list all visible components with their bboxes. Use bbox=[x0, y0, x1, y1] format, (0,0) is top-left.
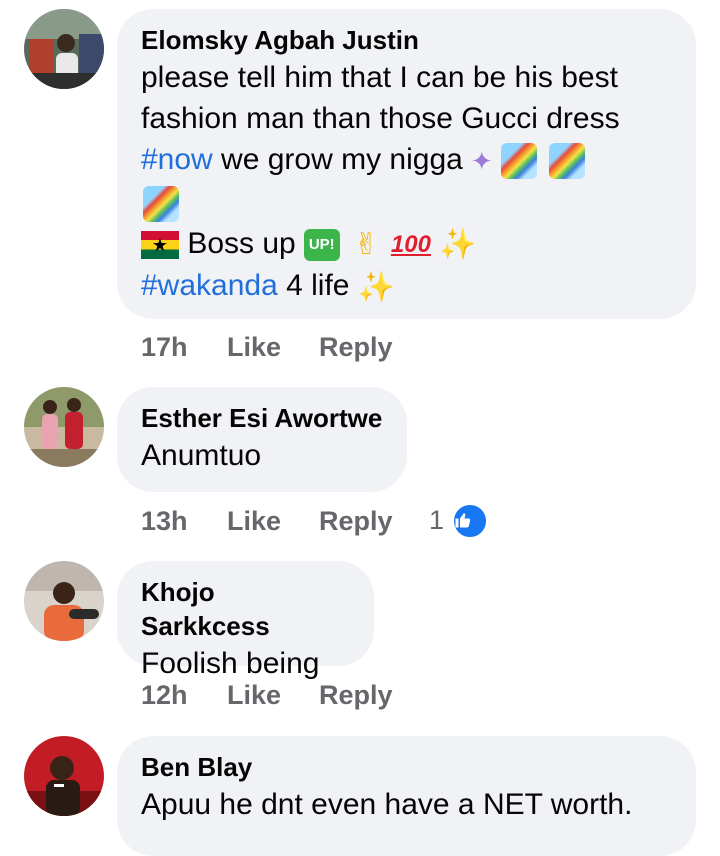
comment-author[interactable]: Khojo Sarkkcess bbox=[141, 575, 350, 643]
comment-line: #wakanda 4 life ✨ bbox=[141, 265, 672, 308]
reaction-count: 1 bbox=[429, 505, 445, 535]
comment-line: Boss upUP! ✌ 100✨ bbox=[141, 223, 672, 266]
comment-line-text: we grow my nigga bbox=[212, 143, 463, 176]
comment-bubble: Esther Esi Awortwe Anumtuo bbox=[117, 387, 407, 492]
reply-button[interactable]: Reply bbox=[319, 332, 429, 363]
comment-actions: 13h Like Reply 1 bbox=[141, 501, 488, 541]
comment-author[interactable]: Esther Esi Awortwe bbox=[141, 401, 383, 435]
comment-bubble: Khojo Sarkkcess Foolish being bbox=[117, 561, 374, 680]
comment-text: Apuu he dnt even have a NET worth. bbox=[141, 788, 633, 821]
comment-line: please tell him that I can be his best bbox=[141, 61, 618, 94]
like-button[interactable]: Like bbox=[227, 506, 319, 537]
hundred-points-emoji: 100 bbox=[390, 231, 431, 259]
hashtag-link[interactable]: #now bbox=[141, 143, 213, 176]
comment-text: Anumtuo bbox=[141, 439, 262, 472]
victory-hand-emoji: ✌ bbox=[353, 228, 379, 262]
avatar[interactable] bbox=[24, 561, 104, 641]
up-button-emoji: UP! bbox=[303, 228, 340, 261]
sparkles-emoji: ✨ bbox=[357, 270, 395, 304]
comment-actions: 17h Like Reply bbox=[141, 327, 429, 367]
thumbs-up-icon bbox=[451, 503, 488, 539]
like-button[interactable]: Like bbox=[227, 680, 319, 711]
like-button[interactable]: Like bbox=[227, 332, 319, 363]
comment-timestamp[interactable]: 13h bbox=[141, 506, 227, 537]
rainbow-emoji bbox=[143, 185, 179, 222]
rainbow-emoji bbox=[548, 143, 585, 180]
comment-line: fashion man than those Gucci dress bbox=[141, 102, 620, 135]
reply-button[interactable]: Reply bbox=[319, 506, 429, 537]
reply-button[interactable]: Reply bbox=[319, 680, 429, 711]
rainbow-emoji bbox=[500, 143, 537, 180]
comment-line-text: Boss up bbox=[187, 226, 296, 260]
comment-author[interactable]: Elomsky Agbah Justin bbox=[141, 23, 672, 57]
comment-line-text: 4 life bbox=[277, 269, 350, 303]
avatar[interactable] bbox=[24, 387, 104, 467]
ghana-flag-emoji bbox=[141, 230, 179, 259]
comment-line bbox=[141, 182, 672, 223]
comment-timestamp[interactable]: 12h bbox=[141, 680, 227, 711]
comment-author[interactable]: Ben Blay bbox=[141, 750, 672, 784]
comment-bubble: Ben Blay Apuu he dnt even have a NET wor… bbox=[117, 736, 696, 856]
reaction-summary[interactable]: 1 bbox=[429, 503, 488, 539]
comment-bubble: Elomsky Agbah Justin please tell him tha… bbox=[117, 9, 696, 319]
avatar[interactable] bbox=[24, 736, 104, 816]
comment-text: please tell him that I can be his best f… bbox=[141, 57, 672, 308]
sparkles-emoji: ✨ bbox=[438, 228, 477, 262]
comment-actions: 12h Like Reply bbox=[141, 675, 429, 715]
hashtag-link[interactable]: #wakanda bbox=[141, 269, 278, 302]
comment-line: #now we grow my nigga ✦ bbox=[141, 139, 672, 182]
orbit-emoji: ✦ bbox=[470, 145, 493, 176]
avatar[interactable] bbox=[24, 9, 104, 89]
comment-timestamp[interactable]: 17h bbox=[141, 332, 227, 363]
